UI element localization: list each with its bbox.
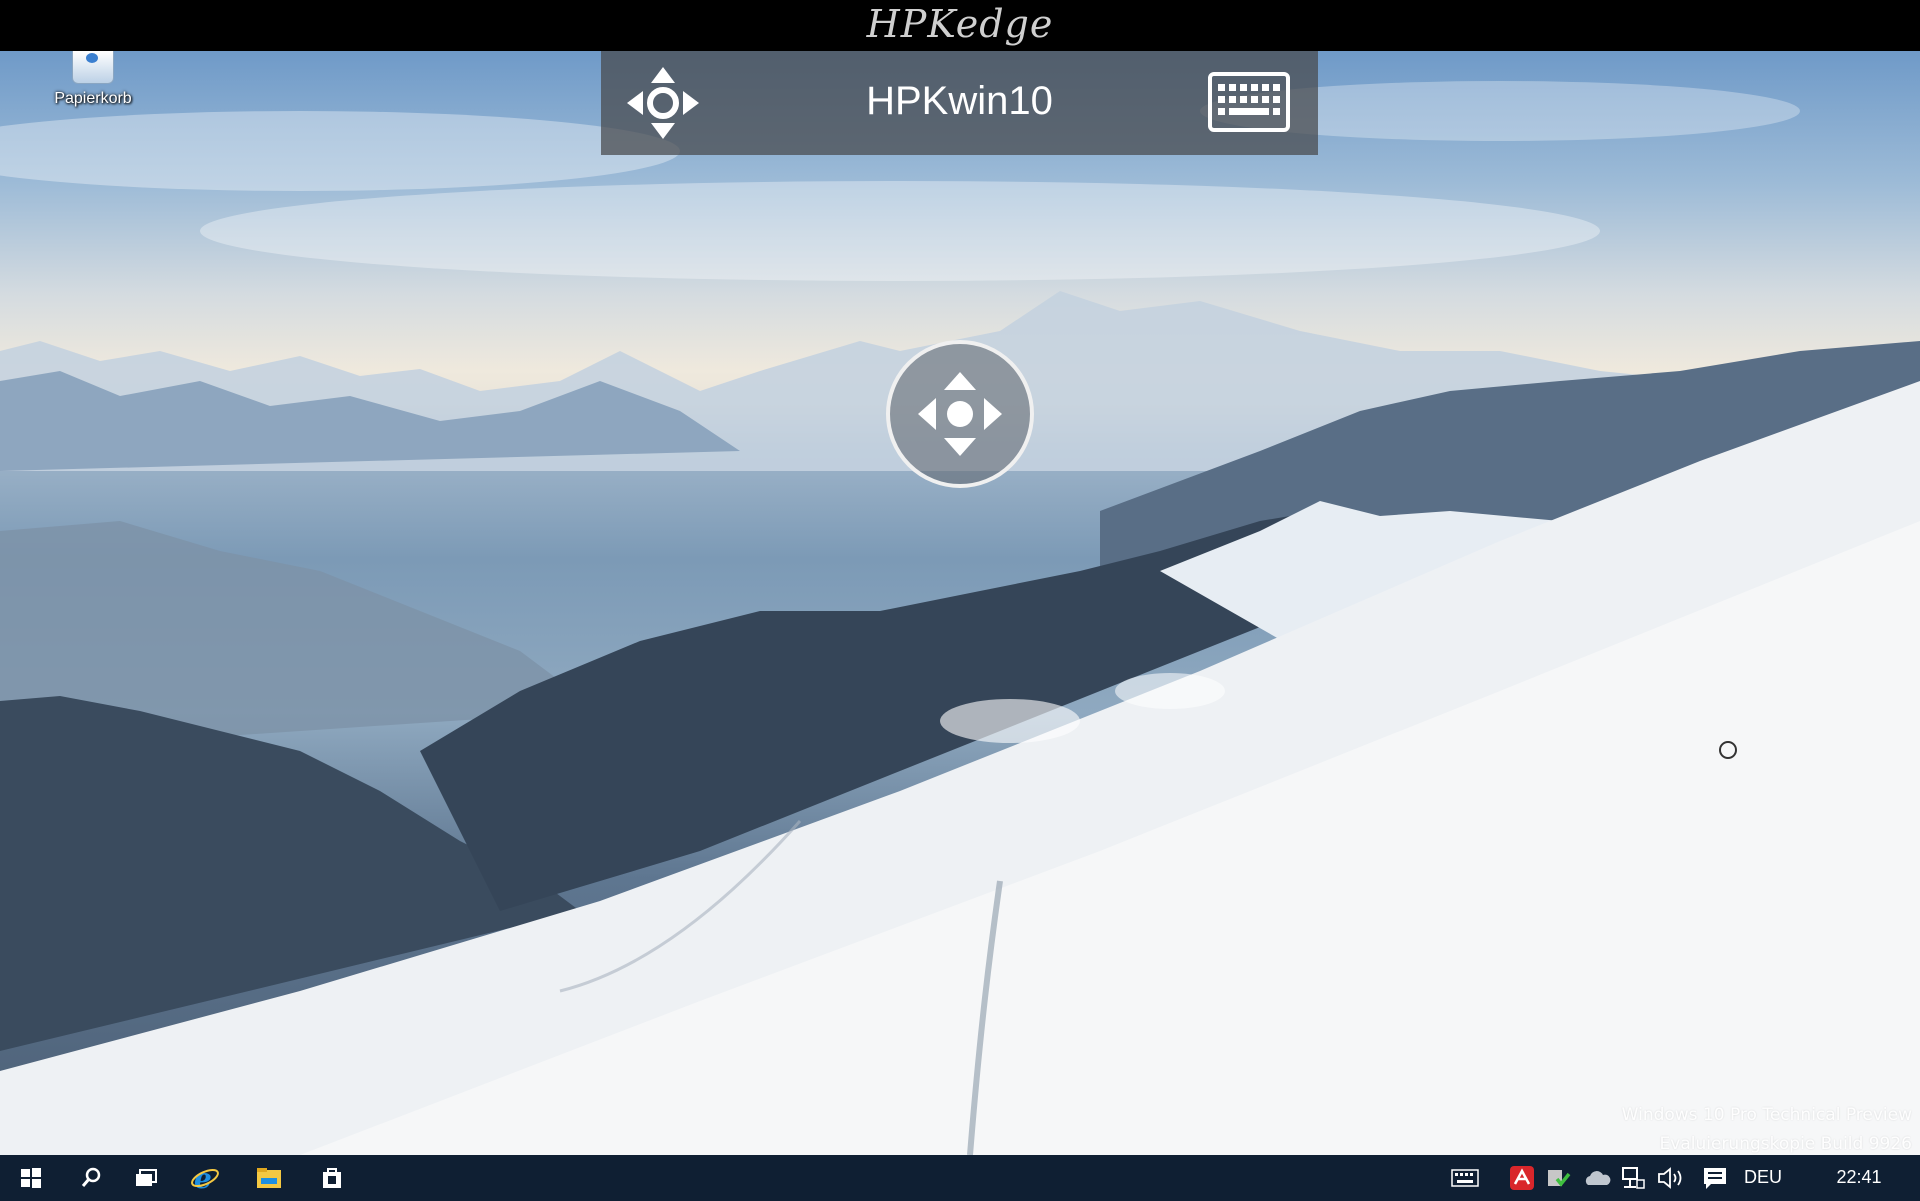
antivirus-icon: [1510, 1166, 1534, 1190]
desktop-icon-label: Papierkorb: [54, 90, 132, 107]
keyboard-button[interactable]: [1207, 71, 1291, 133]
network-icon: [1622, 1167, 1645, 1189]
move-arrows-icon: [918, 372, 1002, 456]
taskbar: e DEU 22:41: [0, 1155, 1920, 1201]
touch-keyboard-tray-button[interactable]: [1450, 1164, 1480, 1192]
desktop-wallpaper[interactable]: Papierkorb Windows 10 Pro Technical Prev…: [0, 51, 1920, 1155]
file-explorer-icon: [257, 1168, 281, 1188]
mountain-landscape: [0, 81, 1920, 1155]
pan-button[interactable]: [623, 63, 703, 143]
action-center-icon: [1704, 1168, 1726, 1189]
task-view-icon: [136, 1169, 157, 1186]
desktop-icon-recycle-bin[interactable]: Papierkorb: [38, 51, 148, 108]
session-title: HPKwin10: [866, 79, 1053, 123]
volume-icon: [1658, 1167, 1682, 1189]
move-arrows-icon: [627, 67, 699, 139]
input-language-indicator[interactable]: DEU: [1744, 1167, 1782, 1188]
keyboard-icon: [1208, 72, 1290, 132]
search-button[interactable]: [62, 1155, 120, 1201]
remote-session-toolbar: HPKwin10: [601, 51, 1318, 155]
file-explorer-button[interactable]: [240, 1155, 298, 1201]
system-clock[interactable]: 22:41: [1824, 1167, 1894, 1188]
store-button[interactable]: [303, 1155, 361, 1201]
recycle-bin-icon: [72, 51, 114, 84]
task-view-button[interactable]: [117, 1155, 175, 1201]
watermark-line-2: Evaluierungskopie Build 9926: [1659, 1134, 1912, 1154]
volume-tray-button[interactable]: [1656, 1164, 1686, 1192]
security-shield-icon: [1548, 1170, 1571, 1187]
onedrive-icon: [1585, 1171, 1611, 1185]
touch-keyboard-icon: [1451, 1169, 1479, 1187]
antivirus-tray-button[interactable]: [1507, 1164, 1537, 1192]
windows-watermark: Windows 10 Pro Technical Preview Evaluie…: [1622, 1101, 1912, 1155]
search-icon: [81, 1167, 101, 1187]
internet-explorer-button[interactable]: e: [176, 1155, 234, 1201]
action-center-tray-button[interactable]: [1700, 1164, 1730, 1192]
app-brand: HPKedge: [866, 2, 1054, 46]
internet-explorer-icon: e: [191, 1163, 219, 1193]
start-icon: [21, 1168, 41, 1188]
watermark-line-1: Windows 10 Pro Technical Preview: [1621, 1105, 1912, 1125]
app-title-bar: HPKedge: [0, 0, 1920, 51]
security-tray-button[interactable]: [1543, 1164, 1573, 1192]
start-button[interactable]: [2, 1155, 60, 1201]
mouse-pointer-ring: [1719, 741, 1737, 759]
store-icon: [323, 1168, 341, 1188]
floating-pan-control[interactable]: [886, 340, 1034, 488]
onedrive-tray-button[interactable]: [1582, 1164, 1612, 1192]
svg-text:e: e: [194, 1163, 212, 1193]
network-tray-button[interactable]: [1618, 1164, 1648, 1192]
